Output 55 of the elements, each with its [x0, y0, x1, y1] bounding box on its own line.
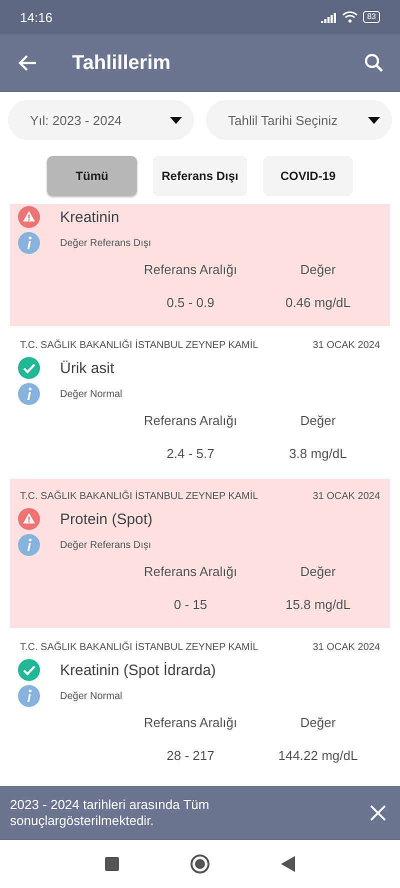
hospital-name: T.C. SAĞLIK BAKANLIĞI İSTANBUL ZEYNEP KAMİL	[20, 491, 258, 502]
column-label: Referans Aralığı	[142, 262, 238, 277]
column-label: Değer	[299, 715, 337, 730]
result-date: 31 OCAK 2024	[312, 491, 380, 502]
test-name: Ürik asit	[60, 360, 114, 376]
result-note: Değer Referans Dışı	[60, 238, 152, 248]
result-value: 0.46 mg/dL	[284, 295, 352, 310]
result-note: Değer Referans Dışı	[60, 540, 152, 550]
test-name: Protein (Spot)	[60, 510, 153, 528]
signal-icon	[321, 12, 338, 22]
result-value: 15.8 mg/dL	[284, 597, 352, 612]
close-button[interactable]	[370, 805, 386, 821]
check-icon	[18, 659, 40, 681]
result-date: 31 OCAK 2024	[312, 642, 380, 653]
result-value: 144.22 mg/dL	[277, 748, 359, 763]
banner-message: 2023 - 2024 tarihleri arasında Tüm sonuçlargösterilmektedir.	[10, 797, 210, 829]
dropdown[interactable]: Tahlil Tarihi Seçiniz	[206, 100, 392, 140]
check-icon	[18, 357, 40, 379]
caret-icon	[170, 116, 182, 124]
result-value: 3.8 mg/dL	[288, 446, 348, 461]
wifi-icon	[342, 11, 358, 23]
recents-button[interactable]	[104, 856, 120, 872]
home-button[interactable]	[190, 854, 210, 874]
filter-tab[interactable]: Tümü	[47, 156, 137, 196]
column-label: Referans Aralığı	[142, 564, 238, 579]
result-date: 31 OCAK 2024	[312, 340, 380, 351]
page-title: Tahlillerim	[72, 52, 172, 74]
reference-range: 0.5 - 0.9	[166, 295, 216, 310]
filter-tab[interactable]: Referans Dışı	[153, 156, 247, 196]
filter-tab[interactable]: COVID-19	[263, 156, 353, 196]
column-label: Referans Aralığı	[142, 715, 238, 730]
reference-range: 0 - 15	[172, 597, 208, 612]
hospital-name: T.C. SAĞLIK BAKANLIĞI İSTANBUL ZEYNEP KAMİL	[20, 642, 258, 653]
result-note: Değer Normal	[60, 690, 122, 702]
result-card[interactable]: Kreatinin Değer Referans Dışı Referans Aralığı Değer 0.5 - 0.9 0.46 mg/dL	[10, 204, 390, 326]
column-label: Referans Aralığı	[142, 413, 238, 428]
column-label: Değer	[299, 564, 337, 579]
search-button[interactable]	[364, 53, 384, 73]
test-name: Kreatinin	[60, 208, 120, 226]
caret-icon	[368, 116, 380, 124]
result-note: Değer Normal	[60, 388, 122, 400]
back-nav-button[interactable]	[280, 855, 296, 873]
test-name: Kreatinin (Spot İdrarda)	[60, 662, 216, 678]
warning-icon	[18, 508, 40, 530]
result-card[interactable]: T.C. SAĞLIK BAKANLIĞI İSTANBUL ZEYNEP KAMİL 31 OCAK 2024 Protein (Spot) Değer Referans Dışı Referans Aralığı Değer 0 - 15 15.8 mg/dL	[10, 479, 390, 628]
dropdown[interactable]: Yıl: 2023 - 2024	[8, 100, 194, 140]
reference-range: 28 - 217	[166, 748, 216, 763]
clock: 14:16	[20, 10, 53, 24]
back-button[interactable]	[18, 53, 38, 73]
warning-icon	[18, 206, 40, 228]
battery-indicator: 83	[363, 11, 380, 23]
column-label: Değer	[299, 413, 337, 428]
reference-range: 2.4 - 5.7	[166, 446, 216, 461]
hospital-name: T.C. SAĞLIK BAKANLIĞI İSTANBUL ZEYNEP KAMİL	[20, 340, 258, 351]
column-label: Değer	[299, 262, 337, 277]
